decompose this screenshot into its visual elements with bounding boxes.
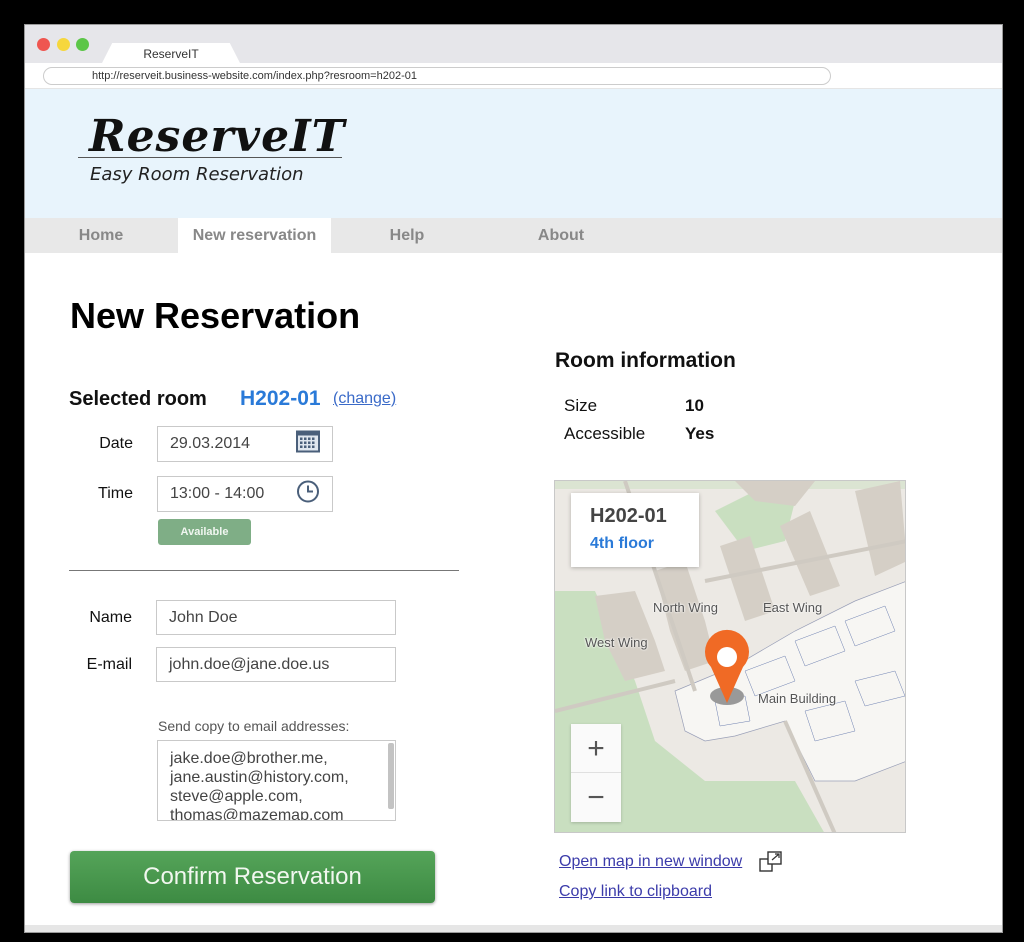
map-label-east-wing: East Wing <box>763 600 823 615</box>
map-label-north-wing: North Wing <box>653 600 719 615</box>
room-info-size-label: Size <box>564 396 598 415</box>
copy-email-line: jake.doe@brother.me, <box>170 750 328 767</box>
map-zoom-control: + − <box>571 724 621 822</box>
email-input[interactable]: john.doe@jane.doe.us <box>156 647 396 682</box>
map-room-name: H202-01 <box>590 505 667 527</box>
date-value: 29.03.2014 <box>170 435 251 452</box>
name-label: Name <box>89 609 132 626</box>
calendar-icon[interactable] <box>296 430 320 458</box>
address-bar-row: http://reserveit.business-website.com/in… <box>25 63 1002 89</box>
copy-emails-label: Send copy to email addresses: <box>158 718 350 734</box>
room-info-title: Room information <box>555 349 736 372</box>
site-logo[interactable]: ReserveIT <box>89 111 345 162</box>
browser-tab[interactable]: ReserveIT <box>101 43 241 65</box>
map-label-west-wing: West Wing <box>585 635 648 650</box>
close-window-button[interactable] <box>37 38 50 51</box>
map-pin-center <box>717 647 737 667</box>
textarea-scrollbar[interactable] <box>388 743 394 809</box>
minimize-window-button[interactable] <box>57 38 70 51</box>
nav-new-reservation[interactable]: New reservation <box>178 218 331 253</box>
date-field[interactable]: 29.03.2014 <box>157 426 333 462</box>
nav-help[interactable]: Help <box>370 218 444 253</box>
name-value: John Doe <box>169 608 238 626</box>
nav-home[interactable]: Home <box>59 218 143 253</box>
map-room-card: H202-01 4th floor <box>571 493 699 567</box>
confirm-reservation-button[interactable]: Confirm Reservation <box>70 851 435 903</box>
address-bar[interactable]: http://reserveit.business-website.com/in… <box>43 67 831 85</box>
room-map[interactable]: North Wing East Wing West Wing Main Buil… <box>554 480 906 833</box>
change-room-link[interactable]: (change) <box>333 390 396 408</box>
page-title: New Reservation <box>70 295 361 336</box>
copy-email-line: jane.austin@history.com, <box>170 769 349 786</box>
room-info-accessible-label: Accessible <box>564 424 646 443</box>
zoom-in-button[interactable]: + <box>571 724 621 773</box>
map-label-main-building: Main Building <box>758 691 837 706</box>
external-link-icon[interactable] <box>759 851 783 878</box>
selected-room-label: Selected room <box>69 388 207 410</box>
open-map-link[interactable]: Open map in new window <box>559 853 742 871</box>
copy-emails-textarea[interactable]: jake.doe@brother.me, jane.austin@history… <box>157 740 396 821</box>
browser-window: ReserveIT http://reserveit.business-webs… <box>24 24 1003 933</box>
nav-about[interactable]: About <box>520 218 602 253</box>
map-room-floor: 4th floor <box>590 535 654 552</box>
clock-icon[interactable] <box>296 480 320 509</box>
email-label: E-mail <box>86 656 132 673</box>
time-value: 13:00 - 14:00 <box>170 485 265 502</box>
time-label: Time <box>98 485 133 502</box>
window-bottom-bar <box>25 925 1002 932</box>
form-divider <box>69 570 459 571</box>
title-bar: ReserveIT <box>25 25 1002 65</box>
zoom-out-button[interactable]: − <box>571 773 621 822</box>
logo-divider <box>78 157 342 158</box>
main-nav: Home New reservation Help About <box>25 218 1002 253</box>
email-value: john.doe@jane.doe.us <box>169 655 330 673</box>
room-info-size-value: 10 <box>685 396 704 415</box>
copy-email-line: thomas@mazemap.com <box>170 807 344 821</box>
availability-badge: Available <box>158 519 251 545</box>
date-label: Date <box>99 435 133 452</box>
room-info-accessible-value: Yes <box>685 424 715 443</box>
name-input[interactable]: John Doe <box>156 600 396 635</box>
copy-link-button[interactable]: Copy link to clipboard <box>559 883 712 901</box>
selected-room-value: H202-01 <box>240 387 321 410</box>
copy-email-line: steve@apple.com, <box>170 788 303 805</box>
time-field[interactable]: 13:00 - 14:00 <box>157 476 333 512</box>
site-tagline: Easy Room Reservation <box>90 164 304 185</box>
maximize-window-button[interactable] <box>76 38 89 51</box>
site-header: ReserveIT Easy Room Reservation <box>25 89 1002 218</box>
